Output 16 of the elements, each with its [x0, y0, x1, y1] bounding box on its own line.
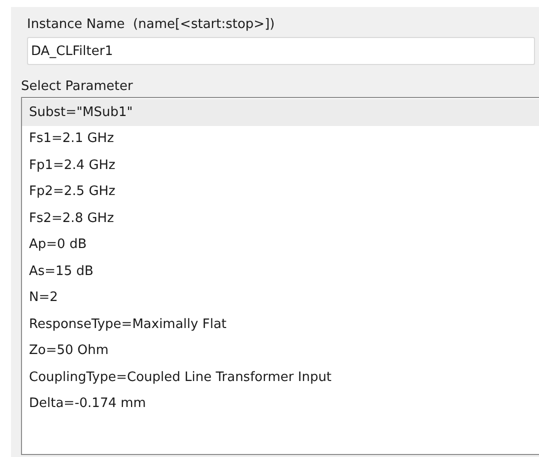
list-label: Select Parameter	[21, 78, 133, 96]
parameter-item[interactable]: Zo=50 Ohm	[22, 338, 539, 364]
instance-name-field[interactable]: DA_CLFilter1	[27, 37, 535, 65]
field-label: Instance Name (name[<start:stop>])	[27, 16, 275, 34]
parameter-item[interactable]: CouplingType=Coupled Line Transformer Input	[22, 364, 539, 390]
parameter-item[interactable]: Fs1=2.1 GHz	[22, 126, 539, 152]
parameter-item[interactable]: As=15 dB	[22, 258, 539, 284]
parameter-item[interactable]: Fp1=2.4 GHz	[22, 152, 539, 178]
parameter-item[interactable]: Delta=-0.174 mm	[22, 390, 539, 417]
parameter-item[interactable]: Ap=0 dB	[22, 232, 539, 258]
parameter-item[interactable]: N=2	[22, 284, 539, 311]
parameter-item[interactable]: Fs2=2.8 GHz	[22, 205, 539, 232]
parameter-item[interactable]: Fp2=2.5 GHz	[22, 178, 539, 205]
parameter-list[interactable]: Subst="MSub1" Fs1=2.1 GHz Fp1=2.4 GHz Fp2=2.5 GHz Fs2=2.8 GHz Ap=0 dB As=15 dB N=2 ResponseType=Maximally Flat Zo=50 Ohm CouplingType=Coupled Line Transformer Input Delta=-0.174 mm	[21, 97, 539, 455]
parameter-item[interactable]: ResponseType=Maximally Flat	[22, 311, 539, 338]
parameter-item[interactable]: Subst="MSub1"	[22, 99, 539, 126]
